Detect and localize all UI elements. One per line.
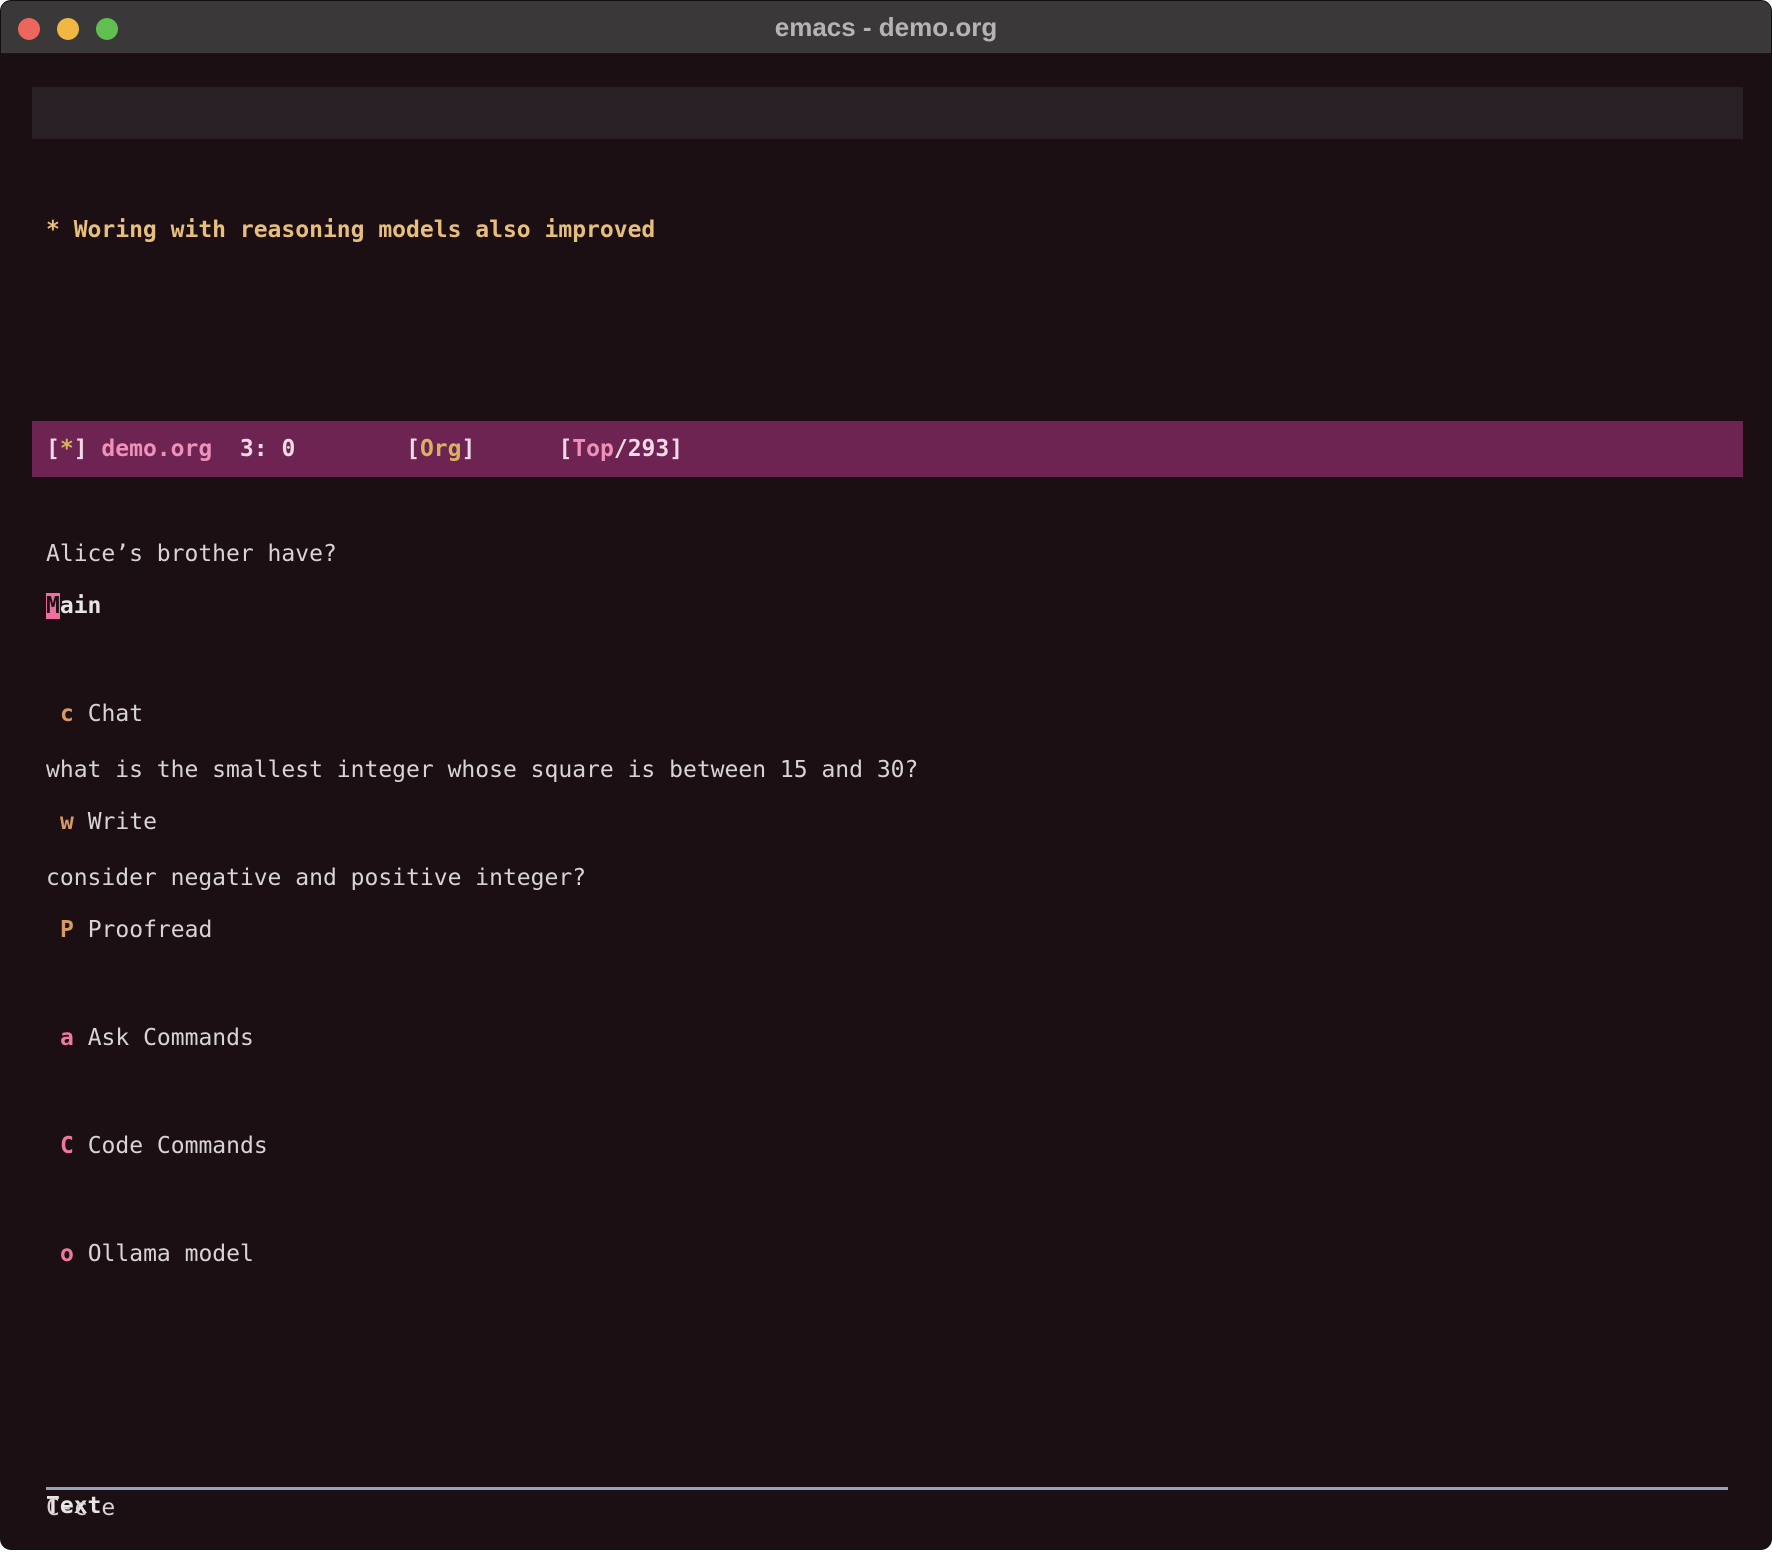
menu-key: a	[60, 1020, 88, 1056]
blank-line	[1, 1344, 489, 1380]
echo-area-keystrokes: C-c e	[46, 1490, 115, 1526]
top-highlight-strip	[32, 87, 1743, 139]
modeline-modified-flag: ]	[74, 436, 102, 462]
menu-item-write[interactable]: wWrite	[1, 804, 489, 840]
menu-cursor: M	[46, 593, 60, 619]
menu-item-label: Ask Commands	[88, 1025, 254, 1051]
blank-line	[1, 320, 1015, 356]
window-divider	[46, 1487, 1728, 1490]
menu-key: P	[60, 912, 88, 948]
menu-item-proofread[interactable]: PProofread	[1, 912, 489, 948]
menu-item-label: Code Commands	[88, 1133, 268, 1159]
menu-item-label: Ollama model	[88, 1241, 254, 1267]
menu-key: C	[60, 1128, 88, 1164]
menu-item-code-commands[interactable]: CCode Commands	[1, 1128, 489, 1164]
menu-item-label: Write	[88, 809, 157, 835]
modeline-scroll-position: Top	[572, 436, 614, 462]
org-heading[interactable]: * Woring with reasoning models also impr…	[1, 212, 1015, 248]
modeline-spacer	[475, 436, 558, 462]
modeline-buffer-name: demo.org	[101, 436, 212, 462]
menu-section-main: Main	[1, 588, 489, 624]
transient-menu: Main cChat wWrite PProofread aAsk Comman…	[1, 480, 489, 1550]
modeline-major-mode: Org	[420, 436, 462, 462]
modeline-scroll-position: /293	[614, 436, 669, 462]
modeline-major-mode: ]	[461, 436, 475, 462]
modeline-major-mode: [	[406, 436, 420, 462]
menu-key: w	[60, 804, 88, 840]
modeline-modified-flag: [	[46, 436, 60, 462]
menu-item-chat[interactable]: cChat	[1, 696, 489, 732]
emacs-window: emacs - demo.org * Woring with reasoning…	[0, 0, 1772, 1550]
mode-line: [*] demo.org 3: 0 [Org] [Top/293]	[32, 421, 1743, 477]
modeline-cursor-position: 3: 0	[212, 436, 295, 462]
menu-key: o	[60, 1236, 88, 1272]
modeline-scroll-position: ]	[669, 436, 683, 462]
modeline-spacer	[295, 436, 406, 462]
modeline-scroll-position: [	[558, 436, 572, 462]
menu-item-label: Chat	[88, 701, 143, 727]
menu-item-ollama-model[interactable]: oOllama model	[1, 1236, 489, 1272]
modeline-modified-flag: *	[60, 436, 74, 462]
menu-section-main-label: ain	[60, 593, 102, 619]
title-bar: emacs - demo.org	[1, 1, 1771, 54]
menu-key: c	[60, 696, 88, 732]
window-title: emacs - demo.org	[1, 1, 1771, 53]
menu-item-label: Proofread	[88, 917, 213, 943]
menu-item-ask-commands[interactable]: aAsk Commands	[1, 1020, 489, 1056]
